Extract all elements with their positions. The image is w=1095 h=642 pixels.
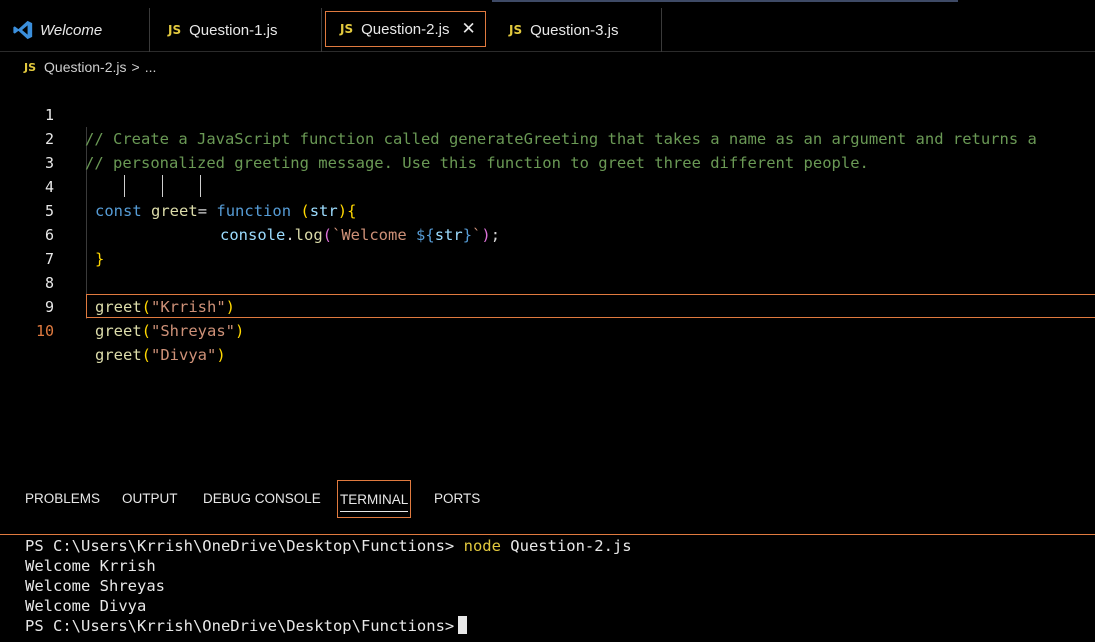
breadcrumb: JS Question-2.js > ... <box>24 57 156 77</box>
code-line: 2 // personalized greeting message. Use … <box>0 103 1095 172</box>
line-number: 10 <box>35 322 54 340</box>
js-file-icon: JS <box>168 23 182 37</box>
code-line: 9 greet("Shreyas") <box>0 271 1095 340</box>
code-text: greet("Divya") <box>95 346 226 364</box>
code-line: 4 const greet= function (str){ <box>0 151 1095 220</box>
tab-question-3[interactable]: JS Question-3.js <box>492 8 662 52</box>
tab-problems[interactable]: PROBLEMS <box>25 480 100 518</box>
code-line: 8 greet("Krrish") <box>0 247 1095 316</box>
code-text: greet("Shreyas") <box>95 322 245 340</box>
tab-question-2[interactable]: JS Question-2.js ✕ <box>325 11 486 47</box>
vscode-icon <box>13 20 33 40</box>
js-file-icon: JS <box>340 22 354 36</box>
terminal[interactable]: PS C:\Users\Krrish\OneDrive\Desktop\Func… <box>25 536 632 636</box>
tab-label: Question-2.js <box>361 20 450 38</box>
tab-label: Welcome <box>40 21 103 39</box>
tab-question-1[interactable]: JS Question-1.js <box>150 8 322 52</box>
terminal-output: Welcome Krrish <box>25 557 156 575</box>
editor-tab-bar: Welcome JS Question-1.js JS Question-2.j… <box>0 8 1095 52</box>
code-line: 3 <box>0 127 1095 172</box>
breadcrumb-file[interactable]: Question-2.js <box>44 59 126 75</box>
js-file-icon: JS <box>509 23 523 37</box>
terminal-output: Welcome Shreyas <box>25 577 165 595</box>
panel-divider <box>0 534 1095 535</box>
code-line: 1 // Create a JavaScript function called… <box>0 79 1095 148</box>
panel-tab-bar: PROBLEMS OUTPUT DEBUG CONSOLE TERMINAL P… <box>0 480 1095 520</box>
tab-output[interactable]: OUTPUT <box>122 480 178 518</box>
terminal-command-arg: Question-2.js <box>510 537 632 555</box>
tab-label: Question-3.js <box>530 21 619 39</box>
tab-debug-console[interactable]: DEBUG CONSOLE <box>203 480 321 518</box>
terminal-cursor <box>458 616 468 634</box>
terminal-prompt: PS C:\Users\Krrish\OneDrive\Desktop\Func… <box>25 617 455 635</box>
code-line: 5 console.log(`Welcome ${str}`); <box>0 175 1095 244</box>
code-editor[interactable]: 1 // Create a JavaScript function called… <box>0 79 1095 479</box>
active-window-indicator <box>492 0 958 2</box>
close-icon[interactable]: ✕ <box>461 19 475 39</box>
breadcrumb-separator: > <box>131 59 140 75</box>
terminal-command: node <box>463 537 501 555</box>
js-file-icon: JS <box>24 60 37 74</box>
code-line: 10 greet("Divya") <box>0 295 1095 364</box>
tab-welcome[interactable]: Welcome <box>0 8 150 52</box>
tab-terminal[interactable]: TERMINAL <box>337 480 412 518</box>
terminal-prompt: PS C:\Users\Krrish\OneDrive\Desktop\Func… <box>25 537 455 555</box>
terminal-line: PS C:\Users\Krrish\OneDrive\Desktop\Func… <box>25 616 632 636</box>
code-line: 7 <box>0 223 1095 268</box>
terminal-line: PS C:\Users\Krrish\OneDrive\Desktop\Func… <box>25 536 632 556</box>
breadcrumb-more[interactable]: ... <box>145 59 157 75</box>
tab-ports[interactable]: PORTS <box>434 480 480 518</box>
tab-label: Question-1.js <box>189 21 278 39</box>
code-line: 6 } <box>0 199 1095 268</box>
terminal-output: Welcome Divya <box>25 597 147 615</box>
